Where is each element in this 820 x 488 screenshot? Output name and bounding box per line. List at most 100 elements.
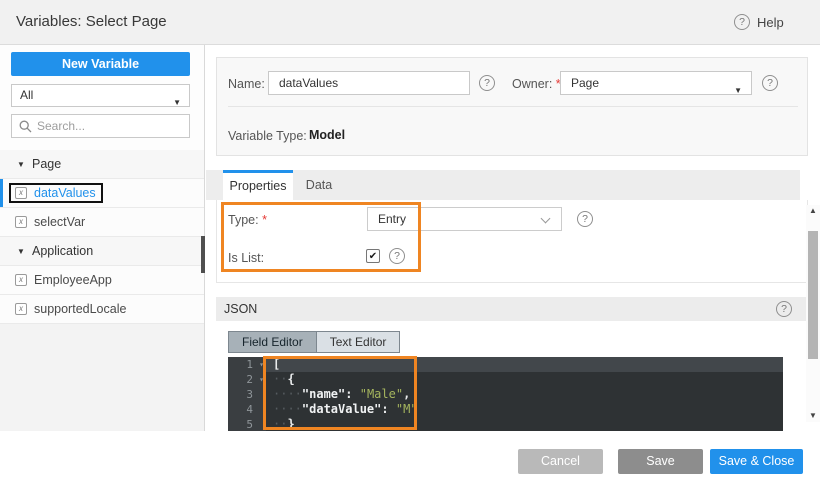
code-line: 3 ····"name": "Male", [228,387,783,402]
variable-type-label: Variable Type: [228,129,307,143]
code-line-content[interactable]: ····"dataValue": "M" [266,402,783,417]
search-icon [19,120,32,133]
main-scrollbar[interactable]: ▲ ▼ [806,205,820,422]
owner-help-icon[interactable]: ? [762,75,778,91]
json-section-header: JSON ? [216,297,808,321]
fold-caret-icon[interactable]: ▾ [259,357,264,372]
tree-item-supportedLocale[interactable]: x supportedLocale [0,295,204,324]
variable-icon: x [15,303,27,315]
tree-item-dataValues[interactable]: x dataValues [0,179,204,208]
type-select[interactable]: Entry [367,207,562,231]
variable-icon: x [15,187,27,199]
help-icon[interactable]: ? [734,14,750,30]
caret-down-icon: ▼ [17,160,25,169]
line-number-gutter: 5 [228,417,266,431]
caret-down-icon: ▼ [173,98,181,107]
code-line-content[interactable]: ····"name": "Male", [266,387,783,402]
required-marker: * [262,213,267,227]
scroll-up-icon[interactable]: ▲ [806,205,820,217]
type-label: Type: * [228,213,267,227]
variable-icon: x [15,274,27,286]
tree-group-label: Page [32,157,62,171]
tree-item-selectVar[interactable]: x selectVar [0,208,204,237]
tree-group-label: Application [32,244,94,258]
tree-item-label: selectVar [34,215,86,229]
type-selected-value: Entry [378,212,407,226]
json-code-editor[interactable]: 1 ▾[2 ▾ ··{3 ····"name": "Male", 4 ····"dataVa… [228,357,783,431]
sidebar-empty-area [0,324,204,431]
type-help-icon[interactable]: ? [577,211,593,227]
code-segment: , [403,387,411,401]
owner-selected-value: Page [571,76,600,90]
code-line-content[interactable]: ··{ [266,372,783,387]
owner-label: Owner: * [512,77,561,91]
scroll-down-icon[interactable]: ▼ [806,410,820,422]
tab-data[interactable]: Data [293,170,345,200]
code-segment: "name" [301,387,346,401]
is-list-help-icon[interactable]: ? [389,248,405,264]
code-segment: ·· [273,372,288,386]
editor-mode-toggle: Field Editor Text Editor [228,331,401,353]
page-title: Variables: Select Page [16,13,167,30]
save-button[interactable]: Save [618,449,703,474]
json-help-icon[interactable]: ? [776,301,792,317]
tab-bar: Properties Data [206,170,800,200]
tree-item-label: supportedLocale [34,302,127,316]
owner-select[interactable]: Page ▼ [560,71,752,95]
code-line: 2 ▾ ··{ [228,372,783,387]
tree-item-content: x dataValues [9,183,103,203]
code-segment: : [381,402,396,416]
line-number-gutter: 1 ▾ [228,357,266,372]
caret-down-icon: ▼ [734,86,742,95]
cancel-button[interactable]: Cancel [518,449,603,474]
tab-properties[interactable]: Properties [223,170,293,200]
name-input[interactable] [268,71,470,95]
help-button[interactable]: ? Help [734,14,784,30]
is-list-label: Is List: [228,251,265,265]
help-label[interactable]: Help [757,15,784,30]
code-segment: ···· [273,402,302,416]
chevron-down-icon [540,213,551,224]
tree-item-content: x selectVar [9,212,92,232]
code-segment: } [287,417,295,431]
sidebar-scrollbar-thumb[interactable] [201,236,205,273]
tree-item-EmployeeApp[interactable]: x EmployeeApp [0,266,204,295]
code-line-content[interactable]: ··} [266,417,783,431]
title-bar: Variables: Select Page ? Help [0,0,820,45]
caret-down-icon: ▼ [17,247,25,256]
tree-group-Page[interactable]: ▼ Page [0,150,204,179]
code-segment: ·· [273,417,288,431]
name-help-icon[interactable]: ? [479,75,495,91]
filter-selected-value: All [20,88,34,102]
editor-mode-text-editor[interactable]: Text Editor [315,331,401,353]
new-variable-button[interactable]: New Variable [11,52,190,76]
code-segment: : [345,387,360,401]
code-line-content[interactable]: [ [266,357,783,372]
variable-icon: x [15,216,27,228]
main-scrollbar-thumb[interactable] [808,231,818,359]
variables-tree: ▼ Page x dataValues x selectVar ▼ Application x E… [0,150,204,324]
tree-group-Application[interactable]: ▼ Application [0,237,204,266]
name-label: Name: * [228,77,273,91]
search-input[interactable] [37,116,187,136]
line-number-gutter: 4 [228,402,266,417]
code-segment: ···· [273,387,302,401]
json-section-title: JSON [224,302,258,316]
selected-indicator-bar [0,179,3,207]
is-list-checkbox[interactable]: ✔ [366,249,380,263]
tree-item-content: x EmployeeApp [9,270,119,290]
fold-caret-icon[interactable]: ▾ [259,372,264,387]
code-line: 5 ··} [228,417,783,431]
tree-item-label: EmployeeApp [34,273,112,287]
code-line: 4 ····"dataValue": "M" [228,402,783,417]
save-and-close-button[interactable]: Save & Close [710,449,803,474]
line-number-gutter: 3 [228,387,266,402]
variable-filter-select[interactable]: All ▼ [11,84,190,107]
variable-search[interactable] [11,114,190,138]
code-segment: "M" [395,402,418,416]
code-line: 1 ▾ [ [228,357,783,372]
code-segment: "Male" [359,387,404,401]
variables-dialog: Variables: Select Page ? Help New Variab… [0,0,820,488]
tree-item-content: x supportedLocale [9,299,133,319]
editor-mode-field-editor[interactable]: Field Editor [228,331,317,353]
